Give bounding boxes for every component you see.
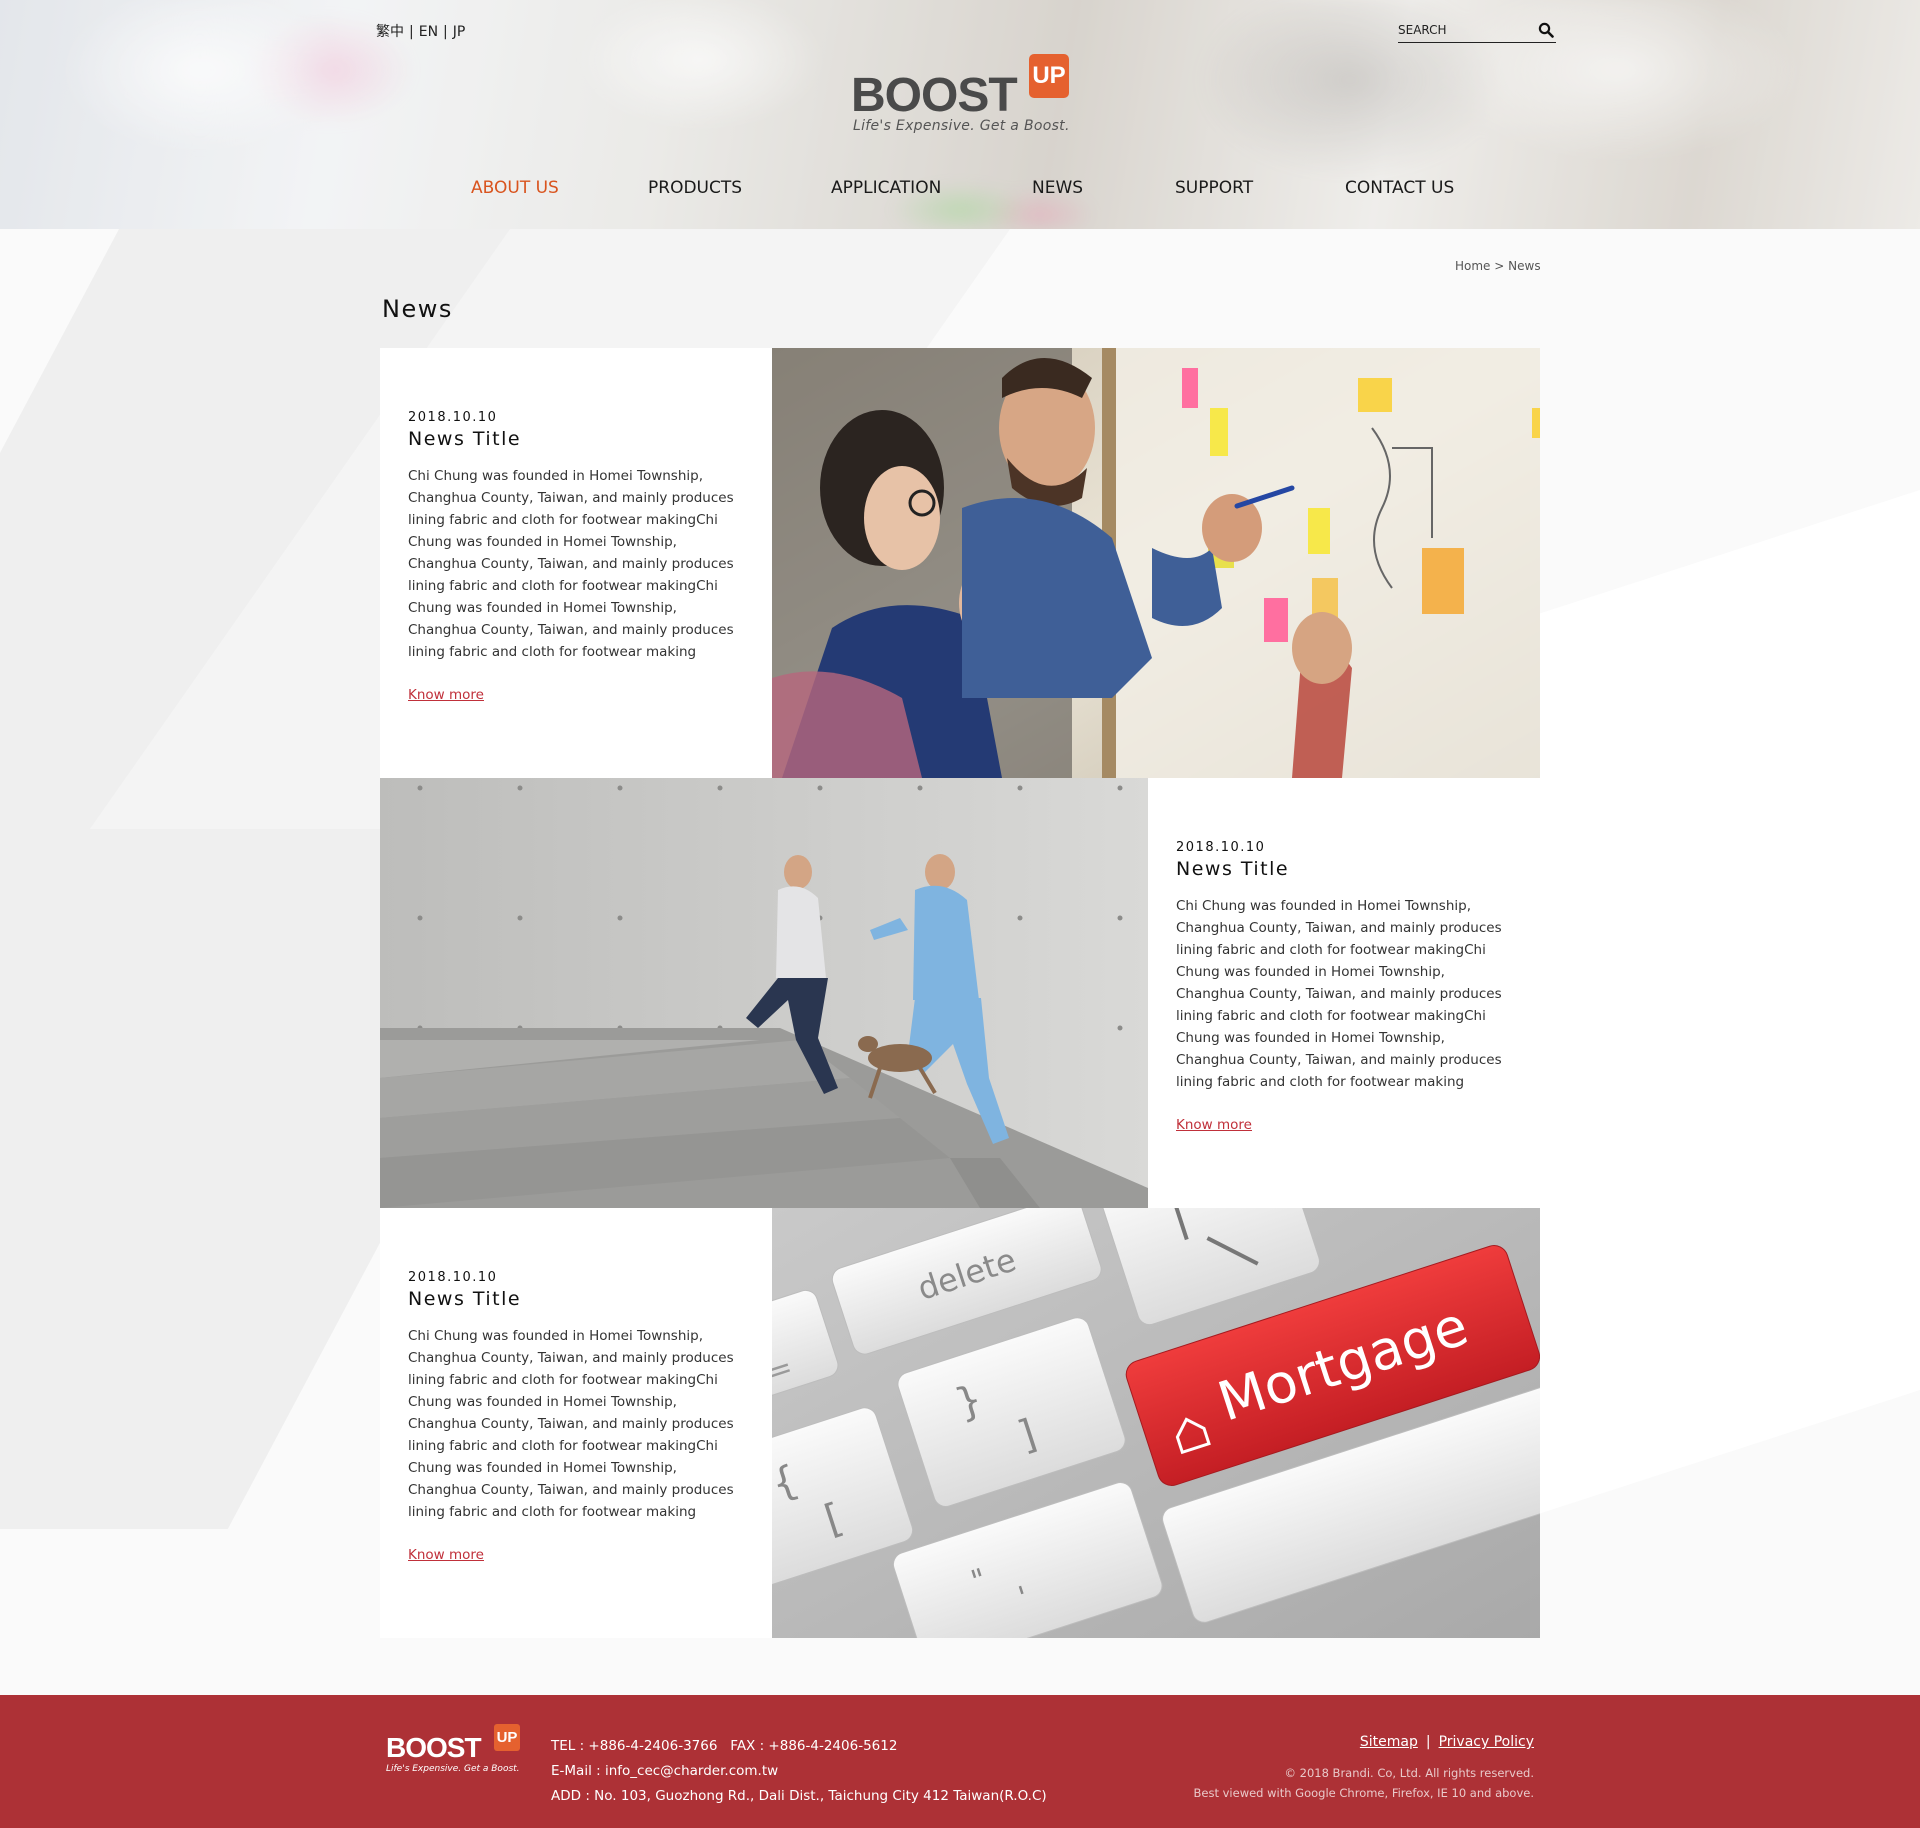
page-title: News xyxy=(382,295,453,323)
nav-news[interactable]: NEWS xyxy=(1032,178,1083,198)
privacy-policy-link[interactable]: Privacy Policy xyxy=(1439,1734,1534,1750)
footer-logo-wordmark: BOOST xyxy=(386,1732,482,1763)
search-input[interactable] xyxy=(1398,20,1528,40)
logo-badge: UP xyxy=(1029,54,1069,98)
news-photo-mortgage-keyboard[interactable]: delete + = { [ } ] Mortgage " ' xyxy=(772,1208,1540,1638)
nav-support[interactable]: SUPPORT xyxy=(1175,178,1253,198)
search-box xyxy=(1398,20,1556,43)
lang-separator: | xyxy=(409,24,414,40)
news-title[interactable]: News Title xyxy=(408,428,521,450)
lang-en[interactable]: EN xyxy=(419,24,438,40)
logo-tagline: Life's Expensive. Get a Boost. xyxy=(853,118,1070,134)
breadcrumb-home[interactable]: Home xyxy=(1455,259,1490,273)
footer-links: Sitemap | Privacy Policy xyxy=(1360,1734,1534,1750)
news-title[interactable]: News Title xyxy=(408,1288,521,1310)
footer-phone: TEL : +886-4-2406-3766 FAX : +886-4-2406… xyxy=(551,1738,898,1754)
footer-contact: TEL : +886-4-2406-3766 FAX : +886-4-2406… xyxy=(551,1734,1047,1809)
footer-logo[interactable]: BOOST UP Life's Expensive. Get a Boost. xyxy=(386,1724,526,1774)
know-more-link[interactable]: Know more xyxy=(408,687,484,703)
news-photo-team-whiteboard[interactable] xyxy=(772,348,1540,778)
news-date: 2018.10.10 xyxy=(1176,840,1266,855)
news-card: 2018.10.10 News Title Chi Chung was foun… xyxy=(380,1208,772,1638)
language-switcher: 繁中 | EN | JP xyxy=(376,21,465,41)
nav-about-us[interactable]: ABOUT US xyxy=(471,178,559,198)
lang-separator: | xyxy=(443,24,448,40)
footer-copyright: © 2018 Brandi. Co, Ltd. All rights reser… xyxy=(1194,1763,1535,1803)
news-date: 2018.10.10 xyxy=(408,1270,498,1285)
nav-application[interactable]: APPLICATION xyxy=(831,178,941,198)
footer-address: ADD : No. 103, Guozhong Rd., Dali Dist.,… xyxy=(551,1788,1047,1804)
main-nav: ABOUT US PRODUCTS APPLICATION NEWS SUPPO… xyxy=(0,178,1920,202)
copyright-text: © 2018 Brandi. Co, Ltd. All rights reser… xyxy=(1284,1766,1534,1780)
news-photo-running-stairs[interactable] xyxy=(380,778,1148,1208)
footer-email: E-Mail : info_cec@charder.com.tw xyxy=(551,1763,779,1779)
know-more-link[interactable]: Know more xyxy=(1176,1117,1252,1133)
lang-jp[interactable]: JP xyxy=(453,24,466,40)
site-header: 繁中 | EN | JP BOOST UP Life's Expensive. Get … xyxy=(0,0,1920,229)
footer-logo-badge: UP xyxy=(494,1724,520,1751)
news-page: Home > News News 2018.10.10 News Title C… xyxy=(0,229,1920,1695)
site-logo[interactable]: BOOST UP Life's Expensive. Get a Boost. xyxy=(849,54,1071,134)
breadcrumb: Home > News xyxy=(1455,259,1541,273)
nav-products[interactable]: PRODUCTS xyxy=(648,178,742,198)
browser-note: Best viewed with Google Chrome, Firefox,… xyxy=(1193,1786,1535,1800)
logo-wordmark: BOOST xyxy=(851,69,1018,122)
news-date: 2018.10.10 xyxy=(408,410,498,425)
breadcrumb-separator: > xyxy=(1494,259,1505,273)
news-title[interactable]: News Title xyxy=(1176,858,1289,880)
lang-zh[interactable]: 繁中 xyxy=(376,24,404,40)
footer-link-separator: | xyxy=(1425,1734,1431,1750)
search-icon[interactable] xyxy=(1538,22,1554,38)
footer-logo-tagline: Life's Expensive. Get a Boost. xyxy=(386,1764,520,1774)
news-card: 2018.10.10 News Title Chi Chung was foun… xyxy=(1148,778,1540,1208)
sitemap-link[interactable]: Sitemap xyxy=(1360,1734,1418,1750)
know-more-link[interactable]: Know more xyxy=(408,1547,484,1563)
news-excerpt: Chi Chung was founded in Homei Township,… xyxy=(1176,898,1502,1090)
site-footer: BOOST UP Life's Expensive. Get a Boost. … xyxy=(0,1695,1920,1828)
nav-contact-us[interactable]: CONTACT US xyxy=(1345,178,1454,198)
news-excerpt: Chi Chung was founded in Homei Township,… xyxy=(408,468,734,660)
news-card: 2018.10.10 News Title Chi Chung was foun… xyxy=(380,348,772,778)
breadcrumb-current: News xyxy=(1508,259,1541,273)
news-excerpt: Chi Chung was founded in Homei Township,… xyxy=(408,1328,734,1520)
